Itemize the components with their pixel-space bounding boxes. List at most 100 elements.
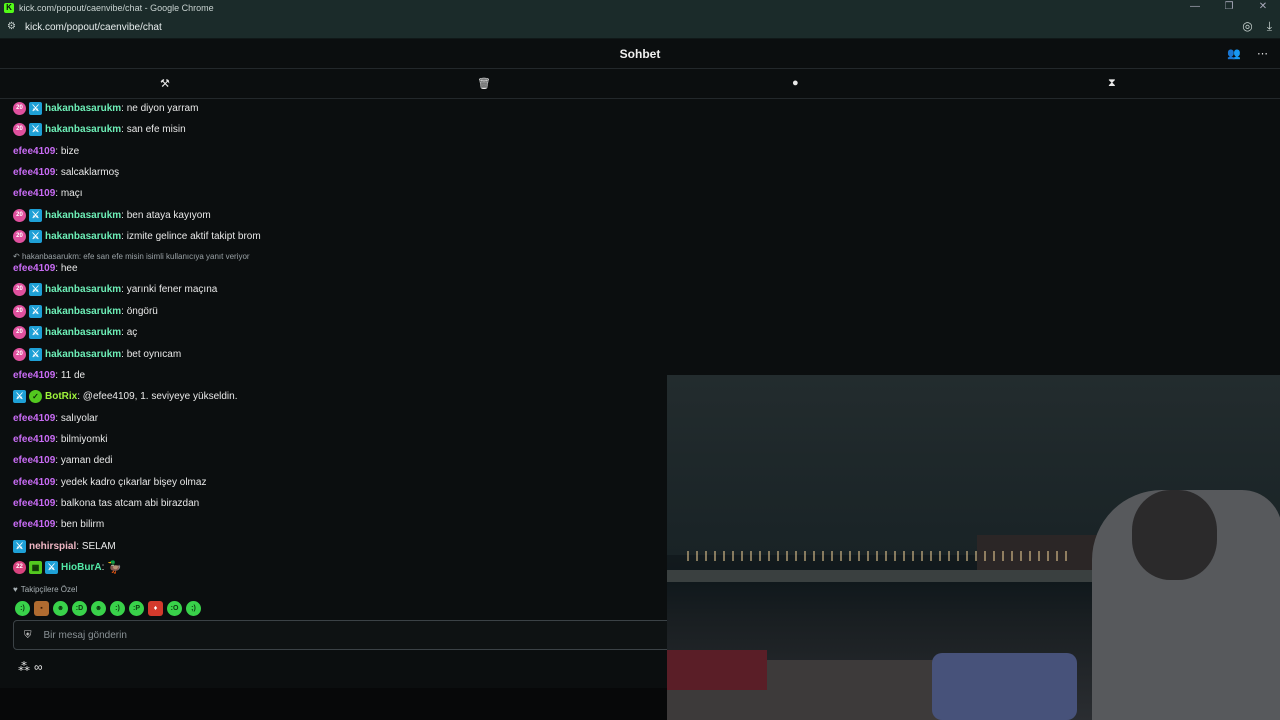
emote-quickbar: :) ▪ ☻ :D ☻ :) :P ♦ :O ;) xyxy=(15,601,201,616)
restore-icon[interactable]: ❐ xyxy=(1212,0,1246,16)
chat-username[interactable]: efee4109 xyxy=(13,167,55,178)
chat-input-placeholder[interactable]: Bir mesaj gönderin xyxy=(44,630,127,641)
followers-only-label: ♥ Takipçilere Özel xyxy=(13,585,77,594)
chat-message: 20 ⚔ hakanbasarukm: bet oynıcam xyxy=(13,345,181,363)
chat-username[interactable]: efee4109 xyxy=(13,413,55,424)
subscriber-badge: 20 xyxy=(13,282,26,296)
download-icon[interactable]: ⤓ xyxy=(1267,19,1272,34)
chat-footer-icons: ⁂ ∞ xyxy=(18,660,43,674)
chat-username[interactable]: BotRix xyxy=(45,391,77,402)
window-controls: — ❐ ✕ xyxy=(1178,0,1280,16)
video-cloth xyxy=(667,650,767,690)
chat-username[interactable]: nehirspial xyxy=(29,541,76,552)
chat-username[interactable]: efee4109 xyxy=(13,188,55,199)
chat-username[interactable]: efee4109 xyxy=(13,477,55,488)
chat-username[interactable]: hakanbasarukm xyxy=(45,327,121,338)
hourglass-icon[interactable]: ⧗ xyxy=(1108,77,1116,90)
chat-message: efee4109: hee xyxy=(13,262,78,274)
emote-icon[interactable]: :P xyxy=(129,601,144,616)
chat-text: yaman dedi xyxy=(60,454,113,466)
emote-icon[interactable]: ▪ xyxy=(34,601,49,616)
browser-title-bar: K kick.com/popout/caenvibe/chat - Google… xyxy=(0,0,1280,16)
chat-header: Sohbet 👥 ⋯ xyxy=(0,39,1280,69)
moderator-sword-icon: ⚔ xyxy=(29,101,42,115)
url-text[interactable]: kick.com/popout/caenvibe/chat xyxy=(25,22,162,33)
close-icon[interactable]: ✕ xyxy=(1246,0,1280,16)
chat-text: 11 de xyxy=(60,369,86,381)
eye-off-icon[interactable]: ◎ xyxy=(1242,19,1252,34)
more-options-icon[interactable]: ⋯ xyxy=(1257,47,1268,60)
chat-text: ne diyon yarram xyxy=(126,102,199,114)
chat-bubble-icon[interactable]: ● xyxy=(792,77,799,89)
chat-text: bize xyxy=(60,145,80,157)
ban-hammer-icon[interactable]: ⚒ xyxy=(160,77,170,90)
moderator-sword-icon: ⚔ xyxy=(13,389,26,403)
chat-message: 20 ⚔ hakanbasarukm: san efe misin xyxy=(13,120,186,138)
emote-icon[interactable]: ☻ xyxy=(53,601,68,616)
chat-message: efee4109: bilmiyomki xyxy=(13,433,108,445)
emote-icon[interactable]: ♦ xyxy=(148,601,163,616)
subscriber-badge: 20 xyxy=(13,347,26,361)
chat-username[interactable]: HioBurA xyxy=(61,562,102,573)
chat-username[interactable]: efee4109 xyxy=(13,370,55,381)
moderator-sword-icon: ⚔ xyxy=(29,229,42,243)
chat-username[interactable]: hakanbasarukm xyxy=(45,124,121,135)
chat-text: öngörü xyxy=(126,305,158,317)
chat-username[interactable]: hakanbasarukm xyxy=(45,210,121,221)
chat-username[interactable]: efee4109 xyxy=(13,519,55,530)
video-city-lights xyxy=(687,551,1067,561)
emote-icon[interactable]: :) xyxy=(110,601,125,616)
chat-text: ben bilirm xyxy=(60,518,105,530)
chat-text: yedek kadro çıkarlar bişey olmaz xyxy=(60,476,207,488)
chat-username[interactable]: hakanbasarukm xyxy=(45,349,121,360)
video-chair xyxy=(932,653,1077,720)
chat-message: 20 ⚔ hakanbasarukm: izmite gelince aktif… xyxy=(13,227,261,245)
chat-message: 22 ▦ ⚔ HioBurA: 🦆 xyxy=(13,558,122,576)
chat-message: efee4109: bize xyxy=(13,145,80,157)
chat-message: efee4109: yaman dedi xyxy=(13,454,113,466)
site-info-icon[interactable]: ⚙ xyxy=(7,21,19,33)
chat-input[interactable]: ⛨ Bir mesaj gönderin xyxy=(13,620,673,650)
infinity-icon[interactable]: ∞ xyxy=(34,660,43,674)
duck-emote-icon: 🦆 xyxy=(107,560,123,574)
chat-text: izmite gelince aktif takipt brom xyxy=(126,230,261,242)
chat-username[interactable]: hakanbasarukm xyxy=(45,103,121,114)
minimize-icon[interactable]: — xyxy=(1178,0,1212,16)
chat-text: SELAM xyxy=(81,540,116,552)
chat-username[interactable]: hakanbasarukm xyxy=(45,284,121,295)
stream-video[interactable] xyxy=(667,375,1280,720)
emote-icon[interactable]: ;) xyxy=(186,601,201,616)
chat-message: ⚔ ✓ BotRix: @efee4109, 1. seviyeye yükse… xyxy=(13,387,237,405)
address-bar[interactable]: ⚙ kick.com/popout/caenvibe/chat ◎ ⤓ xyxy=(0,16,1280,39)
moderator-sword-icon: ⚔ xyxy=(45,560,58,574)
shield-icon: ⛨ xyxy=(24,629,32,641)
moderator-sword-icon: ⚔ xyxy=(13,539,26,553)
users-icon[interactable]: 👥 xyxy=(1227,47,1241,60)
chat-username[interactable]: efee4109 xyxy=(13,434,55,445)
chat-username[interactable]: efee4109 xyxy=(13,146,55,157)
chat-message: efee4109: salıyolar xyxy=(13,412,99,424)
emote-picker-icon[interactable]: ⁂ xyxy=(18,660,30,674)
chat-username[interactable]: efee4109 xyxy=(13,498,55,509)
moderator-sword-icon: ⚔ xyxy=(29,208,42,222)
chat-message: efee4109: balkona tas atcam abi birazdan xyxy=(13,497,200,509)
chat-username[interactable]: hakanbasarukm xyxy=(45,306,121,317)
chat-username[interactable]: efee4109 xyxy=(13,263,55,274)
followers-only-text: Takipçilere Özel xyxy=(20,585,78,594)
emote-icon[interactable]: :) xyxy=(15,601,30,616)
chat-username[interactable]: hakanbasarukm xyxy=(45,231,121,242)
chat-message-list[interactable]: 20 ⚔ hakanbasarukm: ne diyon yarram 20 ⚔… xyxy=(0,99,667,619)
gift-badge-icon: ▦ xyxy=(29,560,42,574)
subscriber-badge: 20 xyxy=(13,101,26,115)
emote-icon[interactable]: ☻ xyxy=(91,601,106,616)
moderator-sword-icon: ⚔ xyxy=(29,347,42,361)
trash-icon[interactable]: 🗑 xyxy=(477,77,491,90)
chat-text: hee xyxy=(60,262,78,274)
chat-message: 20 ⚔ hakanbasarukm: öngörü xyxy=(13,302,158,320)
chat-text: san efe misin xyxy=(126,123,186,135)
emote-icon[interactable]: :O xyxy=(167,601,182,616)
chat-message: 20 ⚔ hakanbasarukm: ben ataya kayıyom xyxy=(13,206,211,224)
emote-icon[interactable]: :D xyxy=(72,601,87,616)
chat-username[interactable]: efee4109 xyxy=(13,455,55,466)
moderation-toolbar: ⚒ 🗑 ● ⧗ xyxy=(0,69,1280,99)
